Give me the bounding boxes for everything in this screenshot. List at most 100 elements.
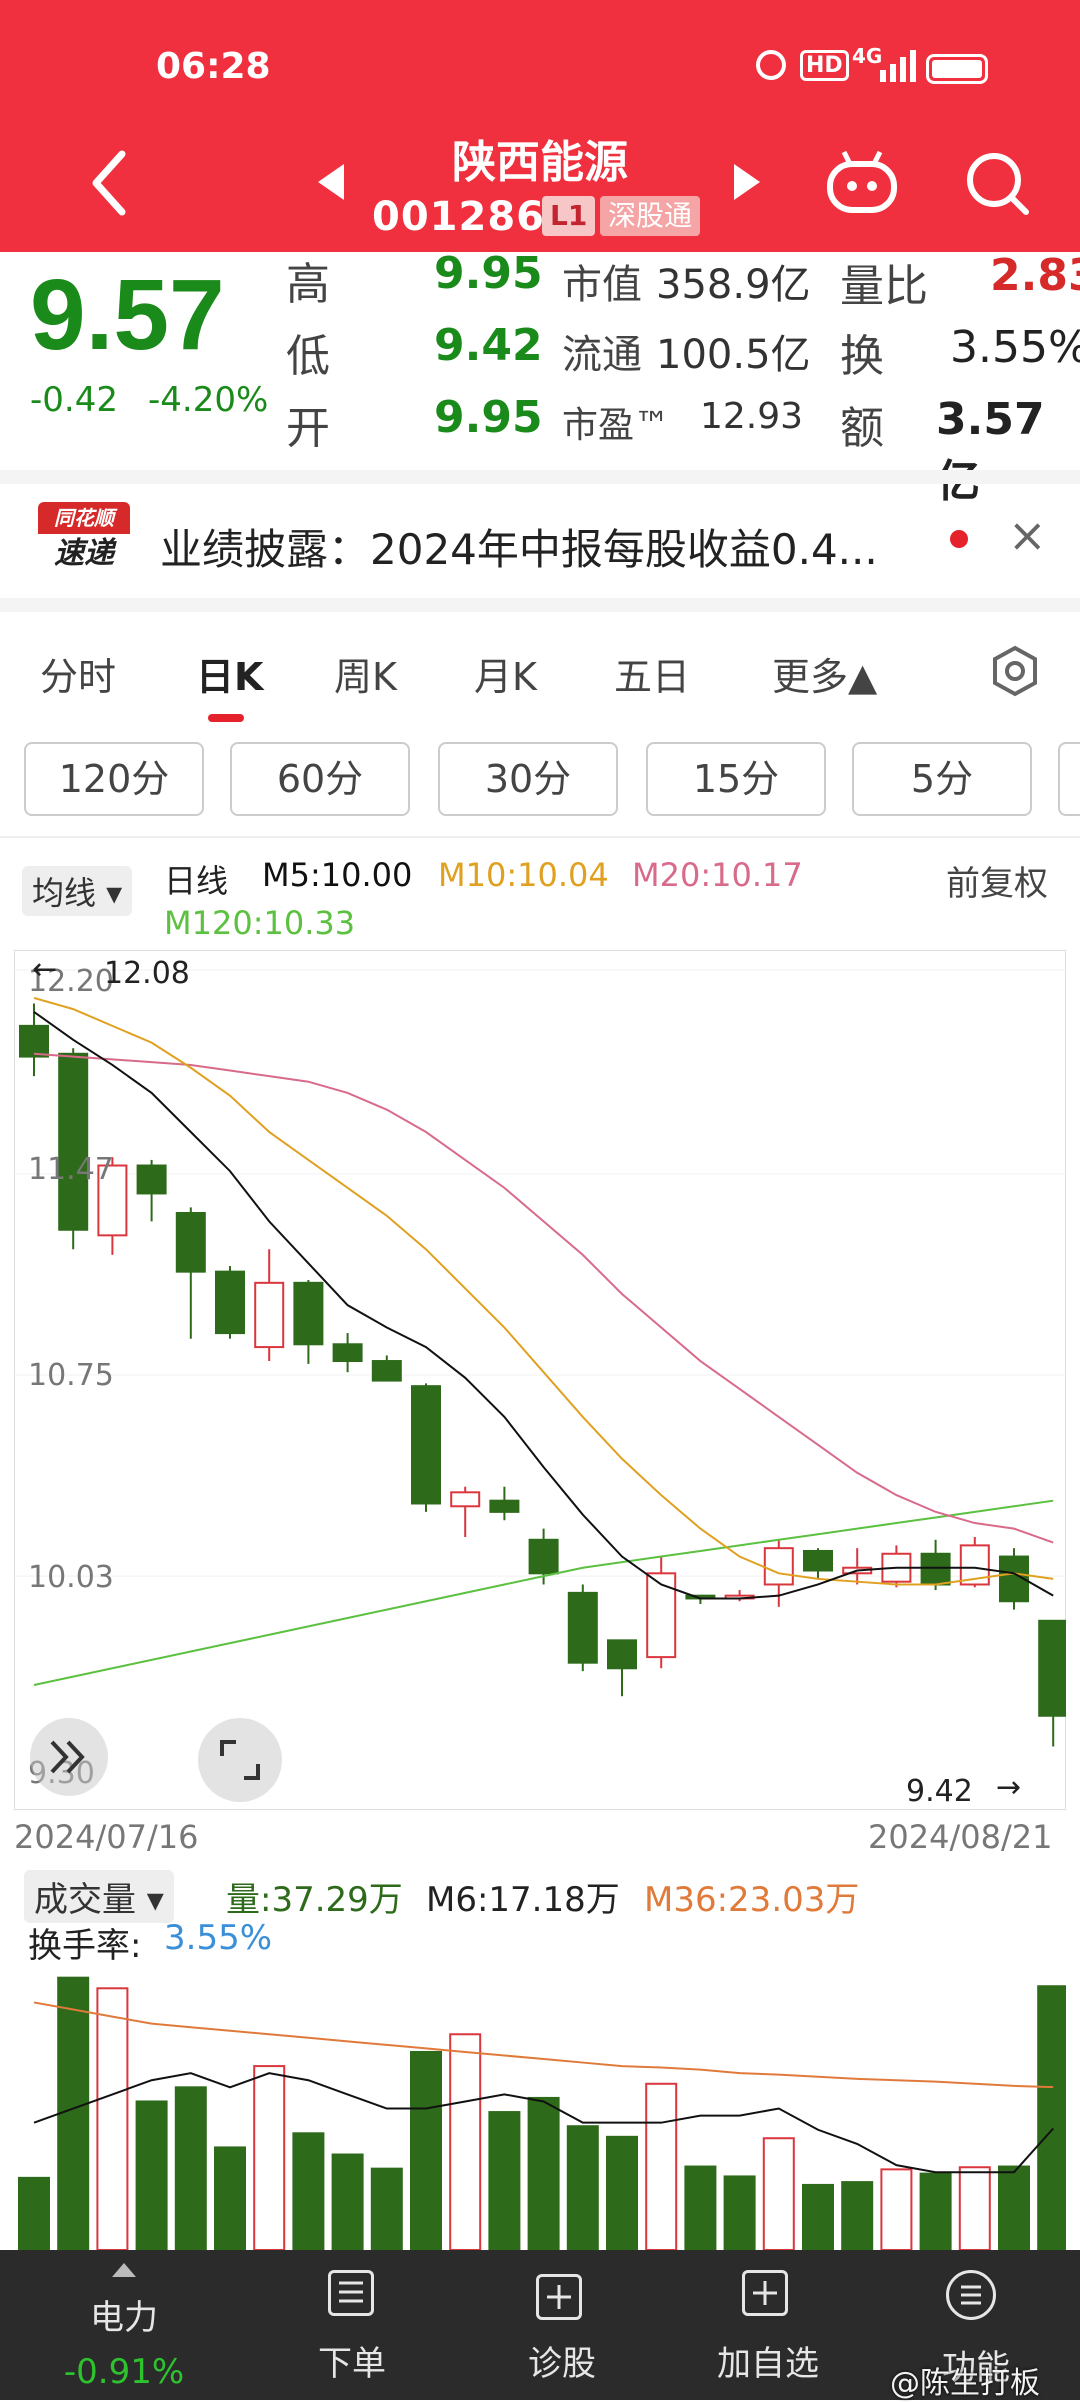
candle [489,1486,520,1521]
candle [685,1594,716,1605]
stock-code: 001286 [372,194,545,240]
tab-five-day[interactable]: 五日 [614,646,690,701]
period-5min-button[interactable]: 5分 [852,742,1032,816]
high-label: 高 [286,259,330,310]
candle [607,1639,637,1697]
volume-bar [527,2096,560,2250]
robot-assistant-icon[interactable] [826,150,898,218]
volume-bar [449,2033,482,2250]
high-marker: 12.08 [104,956,190,991]
volume-bar [606,2135,638,2250]
tab-monthly-k[interactable]: 月K [474,646,537,701]
nav-diagnose[interactable]: 诊股 [482,2336,642,2385]
mcap-label: 市值 [562,262,642,308]
watermark: @陈生打板 [890,2366,1040,2401]
volume-bar [57,1976,90,2250]
candle [58,1048,89,1250]
vol-ratio-value: 2.83 [990,250,1080,301]
next-stock-button[interactable] [734,164,762,204]
low-value: 9.42 [434,320,543,371]
ma20-legend: M20:10.17 [632,856,803,894]
news-logo-top: 同花顺 [38,502,130,534]
candlestick-chart[interactable] [14,950,1066,1810]
volume-bar [880,2168,913,2250]
signal-icon [880,50,916,82]
news-logo-bottom: 速递 [54,536,114,571]
low-marker-arrow: → [996,1770,1022,1805]
prev-stock-button[interactable] [318,164,346,204]
period-120min-button[interactable]: 120分 [24,742,204,816]
volume-bar [96,1987,129,2250]
tab-weekly-k[interactable]: 周K [334,646,397,701]
sector-change: -0.91% [63,2352,185,2392]
candle [450,1486,481,1537]
period-60min-button[interactable]: 60分 [230,742,410,816]
volume-bar [762,2137,795,2250]
candle [567,1584,598,1672]
ma-selector[interactable]: 均线 ▾ [22,866,133,916]
status-time: 06:28 [156,46,271,87]
volume-bar [18,2176,50,2250]
tab-more[interactable]: 更多▲ [772,646,877,701]
network-icon: 4G [852,44,883,68]
period-15min-button[interactable]: 15分 [646,742,826,816]
candle [724,1590,755,1602]
search-icon[interactable] [964,150,1030,220]
active-tab-indicator [208,714,244,722]
candle [332,1333,363,1373]
volume-bar [135,2100,168,2250]
price-change-pct: -4.20% [148,380,269,420]
current-price: 9.57 [30,259,225,371]
volume-bar [723,2175,756,2250]
candle [293,1280,324,1364]
y-tick-label: 10.75 [28,1358,114,1393]
sector-name[interactable]: 电力 [44,2290,204,2339]
candle [254,1249,285,1362]
candle [411,1383,441,1512]
volume-bar [841,2181,874,2250]
turnover-value: 3.55% [950,322,1080,373]
section-divider [0,836,1080,838]
candle [175,1207,206,1339]
y-tick-label: 11.47 [28,1152,114,1187]
diagnose-icon [536,2274,582,2320]
volume-chart[interactable] [14,1955,1066,2250]
high-value: 9.95 [434,248,543,299]
volume-bar [488,2111,521,2250]
nav-add-watchlist[interactable]: 加自选 [688,2336,848,2385]
volume-bar [998,2165,1030,2250]
volume-bar [684,2165,717,2250]
news-text: 业绩披露：2024年中报每股收益0.4... [160,525,878,574]
chart-settings-icon[interactable] [988,644,1042,702]
menu-icon [946,2270,996,2320]
period-more-button[interactable] [1058,742,1080,816]
ma5-line [33,1011,1054,1600]
nav-order[interactable]: 下单 [272,2336,432,2385]
volume-bar [919,2172,952,2250]
news-divider-top [0,470,1080,484]
candle [19,1003,49,1077]
adjust-mode[interactable]: 前复权 [946,856,1048,905]
tab-intraday[interactable]: 分时 [40,646,116,701]
expand-chart-button[interactable] [30,1718,108,1796]
volume-bar [331,2153,364,2250]
fullscreen-button[interactable] [198,1718,282,1802]
volume-value: 量:37.29万 [226,1880,403,1920]
exchange-badge: 深股通 [600,196,701,236]
news-close-button[interactable]: × [1008,508,1047,562]
news-unread-dot [950,530,968,548]
order-icon [328,2270,374,2316]
amount-label: 额 [840,403,884,454]
add-watchlist-icon [742,2270,788,2316]
sector-up-icon [112,2262,136,2281]
ma5-legend: M5:10.00 [262,856,413,894]
open-value: 9.95 [434,392,543,443]
period-30min-button[interactable]: 30分 [438,742,618,816]
ma-type-label: 日线 [164,862,229,900]
tab-daily-k[interactable]: 日K [196,646,263,701]
vol-ratio-label: 量比 [840,261,928,312]
x-start-date: 2024/07/16 [14,1818,199,1856]
volume-selector[interactable]: 成交量 ▾ [24,1870,174,1923]
candle [1038,1619,1066,1747]
volume-bar [410,2050,442,2250]
